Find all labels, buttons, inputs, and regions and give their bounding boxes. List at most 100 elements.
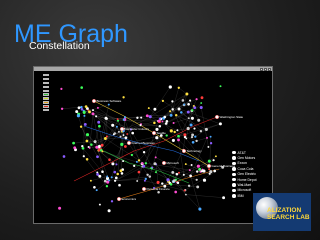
graph-node[interactable] <box>195 178 198 181</box>
graph-node[interactable] <box>106 175 109 178</box>
graph-node[interactable] <box>187 117 190 120</box>
graph-node[interactable] <box>155 171 157 174</box>
graph-node[interactable] <box>83 122 87 126</box>
graph-node[interactable] <box>180 111 183 114</box>
graph-node[interactable] <box>116 172 119 176</box>
graph-node[interactable] <box>153 107 157 111</box>
graph-node[interactable] <box>136 180 139 182</box>
graph-node[interactable] <box>163 115 167 119</box>
color-swatch-button[interactable] <box>43 85 49 89</box>
color-swatch-button[interactable] <box>43 89 49 92</box>
graph-node-labeled[interactable]: Microsoft <box>161 160 179 165</box>
graph-node[interactable] <box>110 200 114 203</box>
graph-node[interactable] <box>187 102 190 106</box>
graph-node[interactable] <box>196 164 200 168</box>
graph-node-labeled[interactable]: Internet Business <box>126 140 155 145</box>
graph-node[interactable] <box>98 203 101 206</box>
graph-node[interactable] <box>200 102 203 104</box>
graph-node[interactable] <box>124 145 127 148</box>
graph-node[interactable] <box>165 134 168 137</box>
graph-node[interactable] <box>158 117 161 120</box>
graph-node[interactable] <box>209 170 213 174</box>
graph-node[interactable] <box>199 105 203 110</box>
graph-node[interactable] <box>88 110 91 114</box>
graph-node[interactable] <box>209 135 212 138</box>
graph-node[interactable] <box>81 146 85 150</box>
graph-node[interactable] <box>177 138 180 142</box>
graph-node[interactable] <box>123 116 127 119</box>
graph-node[interactable] <box>174 113 178 117</box>
graph-node[interactable] <box>119 169 123 173</box>
graph-node[interactable] <box>110 176 113 179</box>
graph-node[interactable] <box>207 159 211 163</box>
graph-node[interactable] <box>108 158 111 161</box>
graph-node[interactable] <box>204 127 208 131</box>
graph-node[interactable] <box>183 189 186 192</box>
graph-node[interactable] <box>130 153 134 157</box>
graph-node[interactable] <box>193 106 197 110</box>
graph-node[interactable] <box>137 170 141 174</box>
graph-node[interactable] <box>135 160 138 163</box>
graph-node[interactable] <box>116 118 119 121</box>
graph-node[interactable] <box>136 116 139 119</box>
graph-node[interactable] <box>191 133 195 137</box>
graph-node[interactable] <box>62 155 66 158</box>
graph-node[interactable] <box>197 118 201 122</box>
graph-node[interactable] <box>161 99 165 103</box>
graph-node[interactable] <box>158 124 162 128</box>
graph-node[interactable] <box>96 155 99 159</box>
graph-node[interactable] <box>122 96 125 99</box>
color-swatch-button[interactable] <box>43 81 49 85</box>
graph-node[interactable] <box>189 123 193 127</box>
graph-node[interactable] <box>186 126 190 131</box>
graph-node[interactable] <box>144 177 147 181</box>
graph-node[interactable] <box>101 150 104 153</box>
graph-node[interactable] <box>98 124 101 128</box>
graph-node[interactable] <box>166 178 170 182</box>
graph-node[interactable] <box>75 110 79 114</box>
graph-node[interactable] <box>184 193 187 196</box>
graph-node[interactable] <box>122 118 125 121</box>
graph-node[interactable] <box>85 133 90 137</box>
graph-node[interactable] <box>146 173 149 177</box>
graph-node[interactable] <box>153 162 157 166</box>
color-swatch-button[interactable] <box>43 77 49 81</box>
graph-node[interactable] <box>177 134 180 138</box>
graph-node[interactable] <box>103 179 107 183</box>
graph-node[interactable] <box>60 107 64 110</box>
graph-node[interactable] <box>208 168 211 171</box>
graph-node[interactable] <box>190 164 193 166</box>
graph-node[interactable] <box>143 179 146 182</box>
graph-node[interactable] <box>218 122 222 126</box>
graph-node[interactable] <box>105 117 108 120</box>
graph-node[interactable] <box>176 129 179 132</box>
graph-node[interactable] <box>115 125 118 128</box>
graph-node[interactable] <box>174 190 178 194</box>
color-swatch-button[interactable] <box>43 97 49 100</box>
graph-node[interactable] <box>91 112 95 116</box>
graph-node[interactable] <box>175 172 179 176</box>
graph-node[interactable] <box>213 169 217 173</box>
graph-node[interactable] <box>95 145 99 149</box>
graph-node[interactable] <box>181 99 185 102</box>
graph-node[interactable] <box>157 119 161 123</box>
graph-node[interactable] <box>124 136 128 140</box>
graph-node[interactable] <box>97 120 101 124</box>
graph-node[interactable] <box>171 100 174 103</box>
graph-node[interactable] <box>73 146 77 150</box>
graph-node[interactable] <box>184 163 187 166</box>
graph-node[interactable] <box>157 190 160 194</box>
graph-node[interactable] <box>199 130 203 133</box>
graph-node[interactable] <box>156 180 160 184</box>
graph-node[interactable] <box>96 106 99 109</box>
graph-node[interactable] <box>145 114 149 118</box>
graph-node[interactable] <box>92 109 94 112</box>
graph-node[interactable] <box>148 175 152 178</box>
graph-node[interactable] <box>195 139 198 143</box>
graph-node[interactable] <box>93 185 96 189</box>
graph-node[interactable] <box>142 164 146 168</box>
graph-node[interactable] <box>200 96 204 100</box>
graph-node[interactable] <box>122 160 125 163</box>
graph-node[interactable] <box>177 107 181 111</box>
graph-node[interactable] <box>98 174 102 178</box>
